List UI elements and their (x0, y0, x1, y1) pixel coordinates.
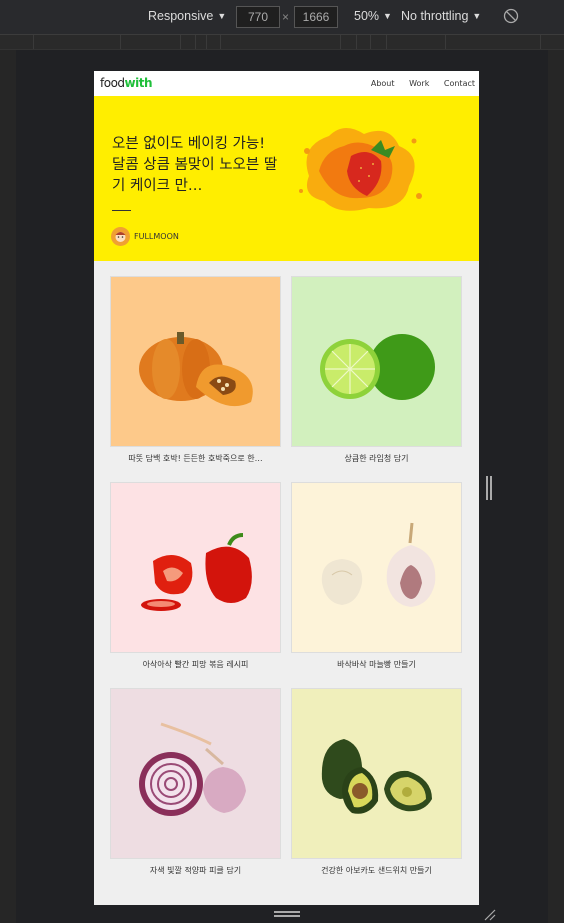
logo-text-with: with (124, 76, 153, 90)
author-avatar (111, 227, 130, 246)
red-onion-image (139, 722, 246, 816)
recipe-thumbnail[interactable] (291, 688, 462, 859)
red-pepper-image (141, 533, 252, 611)
recipe-card[interactable]: 자색 빛깔 적양파 피클 담기 (110, 688, 281, 876)
chevron-down-icon: ▼ (383, 11, 392, 21)
recipe-thumbnail[interactable] (110, 482, 281, 653)
site-header: foodwith About Work Contact (94, 71, 479, 96)
nav-about[interactable]: About (371, 79, 395, 88)
height-input[interactable]: 1666 (294, 6, 338, 28)
recipe-card[interactable]: 상큼한 라임청 담기 (291, 276, 462, 464)
resize-handle-bottom[interactable] (274, 911, 300, 917)
stage-right-gutter (548, 50, 564, 923)
recipe-caption[interactable]: 바삭바삭 마늘빵 만들기 (291, 659, 462, 670)
recipe-thumbnail[interactable] (110, 276, 281, 447)
recipe-thumbnail[interactable] (291, 276, 462, 447)
zoom-select[interactable]: 50% ▼ (354, 9, 392, 23)
hero-title[interactable]: 오븐 없이도 베이킹 가능! 달콤 상큼 봄맞이 노오븐 딸기 케이크 만… (112, 134, 282, 197)
throttle-select[interactable]: No throttling ▼ (401, 9, 481, 23)
device-label: Responsive (148, 9, 214, 23)
recipe-thumbnail[interactable] (291, 482, 462, 653)
resize-handle-right[interactable] (486, 476, 492, 500)
nav-work[interactable]: Work (409, 79, 429, 88)
author-name: FULLMOON (134, 232, 179, 241)
pumpkin-image (139, 332, 253, 407)
recipe-card[interactable]: 아삭아삭 빨간 피망 볶음 레시피 (110, 482, 281, 670)
lime-image (320, 334, 435, 400)
recipe-caption[interactable]: 아삭아삭 빨간 피망 볶음 레시피 (110, 659, 281, 670)
recipe-card[interactable]: 건강한 아보카도 샌드위치 만들기 (291, 688, 462, 876)
rotate-icon[interactable] (503, 8, 519, 24)
dimension-separator: × (282, 10, 290, 24)
site-logo[interactable]: foodwith (100, 76, 153, 90)
recipe-caption[interactable]: 상큼한 라임청 담기 (291, 453, 462, 464)
hero-banner[interactable]: 오븐 없이도 베이킹 가능! 달콤 상큼 봄맞이 노오븐 딸기 케이크 만… F… (94, 96, 479, 261)
recipe-card[interactable]: 바삭바삭 마늘빵 만들기 (291, 482, 462, 670)
recipe-caption[interactable]: 건강한 아보카도 샌드위치 만들기 (291, 865, 462, 876)
recipe-caption[interactable]: 자색 빛깔 적양파 피클 담기 (110, 865, 281, 876)
recipe-card[interactable]: 따뜻 담백 호박! 든든한 호박죽으로 한… (110, 276, 281, 464)
garlic-image (321, 522, 436, 607)
chevron-down-icon: ▼ (217, 11, 227, 21)
stage-left-gutter (0, 50, 16, 923)
recipe-caption[interactable]: 따뜻 담백 호박! 든든한 호박죽으로 한… (110, 453, 281, 464)
resize-corner-icon[interactable] (482, 907, 496, 921)
device-select[interactable]: Responsive ▼ (148, 9, 226, 23)
main-nav: About Work Contact (359, 79, 475, 88)
zoom-label: 50% (354, 9, 380, 23)
emulated-viewport: foodwith About Work Contact 오븐 없이도 베이킹 가… (94, 71, 479, 905)
hero-divider (112, 210, 131, 211)
strawberry-splash-image (299, 127, 422, 211)
width-input[interactable]: 770 (236, 6, 280, 28)
chevron-down-icon: ▼ (472, 11, 482, 21)
avocado-image (321, 739, 432, 814)
logo-text-food: food (100, 76, 125, 90)
recipe-thumbnail[interactable] (110, 688, 281, 859)
devtools-toolbar: Responsive ▼ 770 × 1666 50% ▼ No throttlin… (0, 0, 564, 35)
throttle-label: No throttling (401, 9, 469, 23)
nav-contact[interactable]: Contact (444, 79, 475, 88)
media-query-ruler[interactable] (0, 35, 564, 50)
